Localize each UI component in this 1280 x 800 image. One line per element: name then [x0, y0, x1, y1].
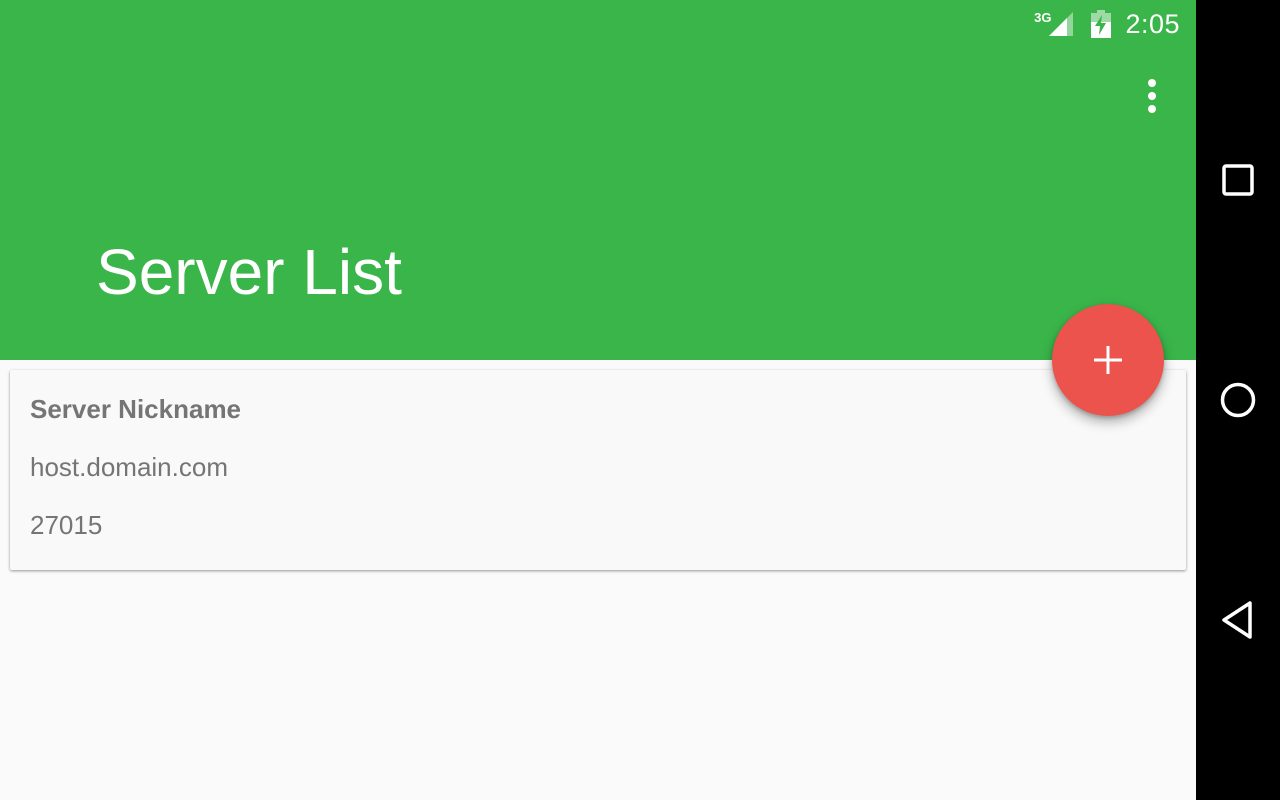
add-server-button[interactable]	[1052, 304, 1164, 416]
more-vert-icon[interactable]	[1128, 68, 1176, 124]
signal-icon	[1049, 12, 1074, 36]
page-title: Server List	[96, 236, 402, 308]
status-bar: 3G 2:05	[1030, 0, 1196, 48]
battery-charging-icon	[1091, 10, 1112, 38]
back-icon	[1222, 601, 1252, 639]
server-port: 27015	[30, 510, 103, 540]
recents-button[interactable]	[1208, 150, 1268, 210]
app-screen: 3G 2:05 Server List Server Nickname host…	[0, 0, 1196, 800]
home-button[interactable]	[1208, 370, 1268, 430]
plus-icon	[1094, 346, 1122, 374]
recents-icon	[1222, 164, 1254, 196]
app-bar: 3G 2:05 Server List	[0, 0, 1196, 360]
overflow-dot	[1148, 92, 1156, 100]
navigation-bar	[1196, 0, 1280, 800]
server-card[interactable]: Server Nickname host.domain.com 27015	[10, 370, 1186, 570]
back-button[interactable]	[1208, 590, 1268, 650]
network-type-label: 3G	[1034, 9, 1052, 25]
server-nickname: Server Nickname	[30, 394, 242, 424]
home-icon	[1220, 382, 1256, 418]
overflow-dot	[1148, 79, 1156, 87]
status-clock: 2:05	[1125, 8, 1180, 39]
server-host: host.domain.com	[30, 452, 228, 482]
overflow-dot	[1148, 105, 1156, 113]
